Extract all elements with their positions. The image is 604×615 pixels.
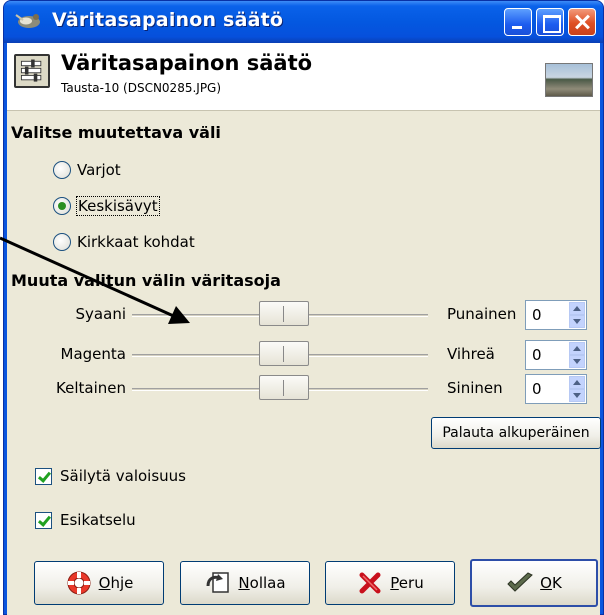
help-button[interactable]: Ohje bbox=[34, 561, 164, 605]
reset-button[interactable]: Nollaa bbox=[180, 561, 310, 605]
radio-label: Keskisävyt bbox=[76, 196, 160, 216]
cyan-red-slider-row: Syaani Punainen 0 bbox=[7, 300, 600, 330]
gimp-icon bbox=[15, 14, 40, 28]
close-icon[interactable] bbox=[568, 8, 596, 36]
slider-handle[interactable] bbox=[259, 375, 309, 400]
slider-left-label: Syaani bbox=[75, 305, 126, 323]
radio-button[interactable] bbox=[53, 233, 71, 251]
help-label: Ohje bbox=[99, 574, 134, 592]
reset-mnemonic: N bbox=[238, 574, 250, 592]
magenta-green-slider-row: Magenta Vihreä 0 bbox=[7, 340, 600, 370]
spin-buttons bbox=[569, 302, 585, 328]
checkbox[interactable] bbox=[35, 467, 52, 485]
color-balance-icon bbox=[14, 54, 50, 88]
checkbox[interactable] bbox=[35, 511, 52, 529]
cancel-label-rest: eru bbox=[398, 574, 424, 592]
spin-value[interactable]: 0 bbox=[532, 306, 542, 324]
spin-buttons bbox=[569, 342, 585, 368]
slider-handle[interactable] bbox=[259, 341, 309, 366]
image-name: Tausta-10 (DSCN0285.JPG) bbox=[61, 81, 222, 95]
checkbox-label: Esikatselu bbox=[60, 511, 136, 529]
dialog-header: Väritasapainon säätö Tausta-10 (DSCN0285… bbox=[7, 43, 600, 111]
reset-range-button[interactable]: Palauta alkuperäinen bbox=[431, 417, 601, 449]
cyan-red-spinbox[interactable]: 0 bbox=[525, 300, 587, 330]
cancel-mnemonic: P bbox=[390, 574, 399, 592]
dialog-window: Väritasapainon säätö Väritasapainon säät… bbox=[3, 0, 604, 615]
radio-button[interactable] bbox=[53, 161, 71, 179]
checkbox-label: Säilytä valoisuus bbox=[60, 467, 186, 485]
title-bar[interactable]: Väritasapainon säätö bbox=[4, 1, 603, 43]
radio-midtones[interactable]: Keskisävyt bbox=[53, 196, 160, 216]
ok-button[interactable]: OK bbox=[470, 559, 598, 607]
yellow-blue-spinbox[interactable]: 0 bbox=[525, 374, 587, 404]
range-section-title: Valitse muutettava väli bbox=[11, 123, 221, 142]
magenta-green-spinbox[interactable]: 0 bbox=[525, 340, 587, 370]
preview-checkbox[interactable]: Esikatselu bbox=[35, 511, 136, 529]
cancel-label: Peru bbox=[390, 574, 423, 592]
spin-value[interactable]: 0 bbox=[532, 380, 542, 398]
image-thumbnail bbox=[545, 63, 593, 97]
cancel-x-icon bbox=[359, 572, 381, 594]
dialog-body: Väritasapainon säätö Tausta-10 (DSCN0285… bbox=[7, 43, 601, 615]
minimize-icon[interactable] bbox=[504, 8, 532, 36]
radio-highlights[interactable]: Kirkkaat kohdat bbox=[53, 233, 195, 251]
yellow-blue-slider-row: Keltainen Sininen 0 bbox=[7, 374, 600, 404]
dialog-heading: Väritasapainon säätö bbox=[61, 51, 313, 75]
spin-up-icon[interactable] bbox=[569, 376, 585, 389]
spin-down-icon[interactable] bbox=[569, 355, 585, 368]
slider-right-label: Vihreä bbox=[447, 345, 495, 363]
slider-left-label: Magenta bbox=[60, 345, 126, 363]
help-label-rest: hje bbox=[110, 574, 134, 592]
spin-buttons bbox=[569, 376, 585, 402]
slider-right-label: Punainen bbox=[447, 305, 517, 323]
spin-down-icon[interactable] bbox=[569, 315, 585, 328]
radio-label: Varjot bbox=[77, 161, 121, 179]
ok-check-icon bbox=[507, 572, 534, 592]
spin-down-icon[interactable] bbox=[569, 389, 585, 402]
maximize-icon[interactable] bbox=[536, 8, 564, 36]
radio-shadows[interactable]: Varjot bbox=[53, 161, 121, 179]
slider-right-label: Sininen bbox=[447, 379, 503, 397]
ok-mnemonic: O bbox=[540, 574, 552, 592]
reset-label-rest: ollaa bbox=[249, 574, 286, 592]
spin-up-icon[interactable] bbox=[569, 302, 585, 315]
spin-value[interactable]: 0 bbox=[532, 346, 542, 364]
ok-label-rest: K bbox=[551, 574, 562, 592]
window-title: Väritasapainon säätö bbox=[52, 9, 284, 31]
reset-range-label: Palauta alkuperäinen bbox=[442, 425, 590, 441]
reset-label: Nollaa bbox=[238, 574, 285, 592]
spin-up-icon[interactable] bbox=[569, 342, 585, 355]
radio-button-selected[interactable] bbox=[53, 197, 71, 215]
radio-label: Kirkkaat kohdat bbox=[77, 233, 195, 251]
help-mnemonic: O bbox=[98, 574, 111, 592]
reset-icon bbox=[206, 572, 230, 593]
ok-label: OK bbox=[540, 574, 562, 592]
levels-section-title: Muuta valitun välin väritasoja bbox=[11, 271, 281, 290]
cancel-button[interactable]: Peru bbox=[325, 561, 455, 605]
preserve-luminosity-checkbox[interactable]: Säilytä valoisuus bbox=[35, 467, 186, 485]
slider-left-label: Keltainen bbox=[56, 379, 126, 397]
help-lifebuoy-icon bbox=[67, 571, 91, 595]
slider-handle[interactable] bbox=[259, 301, 309, 326]
